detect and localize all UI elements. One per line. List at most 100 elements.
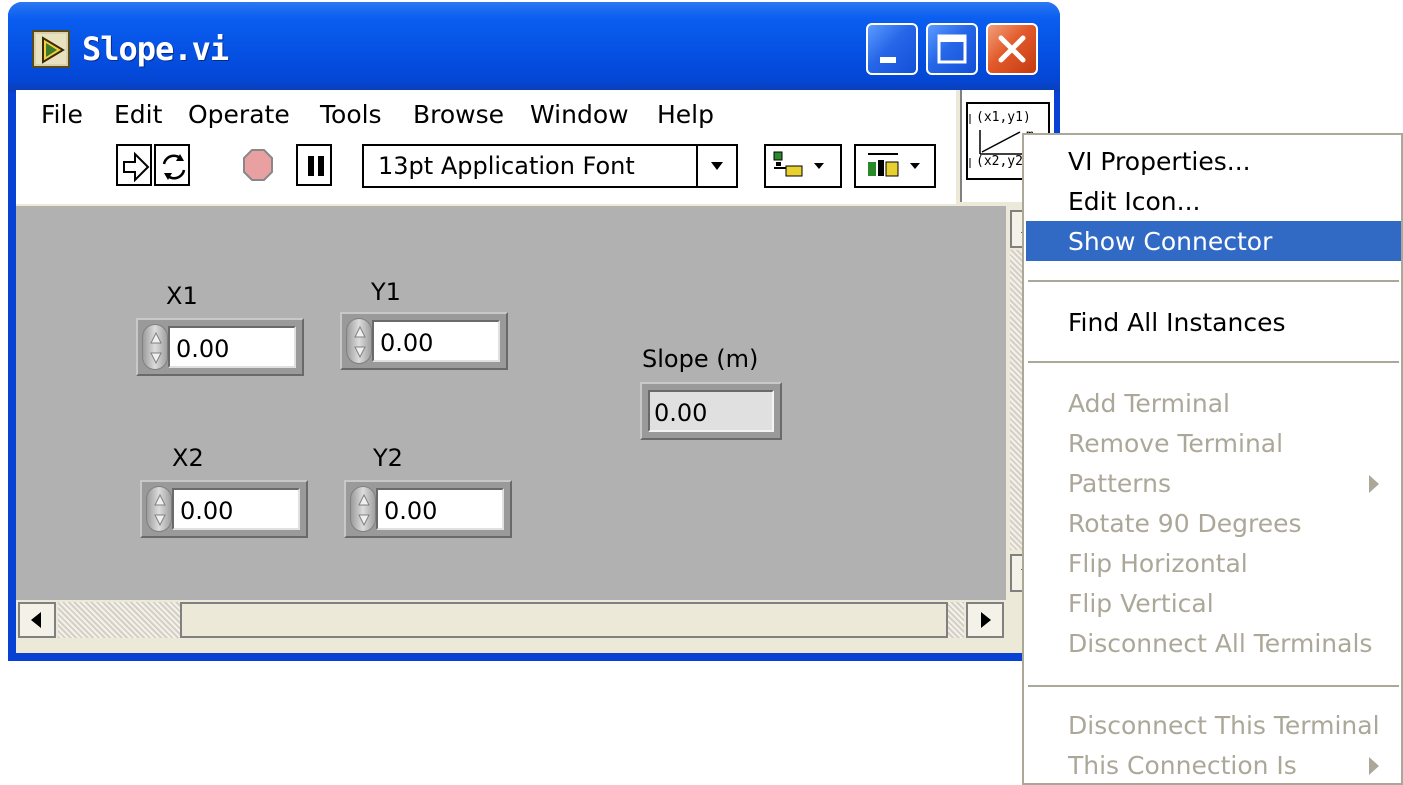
menu-item-label: Patterns	[1068, 469, 1171, 498]
distribute-objects-button[interactable]	[854, 144, 936, 188]
vi-window: Slope.vi File Edit Operate Tools Browse	[8, 2, 1060, 661]
y1-increment-decrement[interactable]	[346, 318, 372, 364]
icon-context-menu: VI Properties... Edit Icon... Show Conne…	[1022, 133, 1403, 785]
menu-file[interactable]: File	[41, 100, 83, 129]
y2-input[interactable]: 0.00	[376, 488, 504, 530]
run-continuously-button[interactable]	[154, 144, 190, 186]
menu-item-label: This Connection Is	[1068, 751, 1297, 780]
stop-icon	[243, 149, 273, 181]
maximize-button[interactable]	[926, 23, 978, 75]
menu-item-label: Disconnect This Terminal	[1068, 711, 1380, 740]
slope-label: Slope (m)	[642, 345, 759, 373]
menu-window[interactable]: Window	[530, 100, 629, 129]
run-continuously-icon	[162, 154, 186, 180]
menu-separator	[1028, 685, 1399, 687]
y1-input[interactable]: 0.00	[372, 320, 500, 362]
run-button[interactable]	[116, 144, 152, 186]
x2-value: 0.00	[180, 497, 234, 525]
menu-item-label: Flip Vertical	[1068, 589, 1214, 618]
menu-tools[interactable]: Tools	[320, 100, 382, 129]
menu-item-remove-terminal: Remove Terminal	[1026, 423, 1401, 463]
menu-item-rotate-90: Rotate 90 Degrees	[1026, 503, 1401, 543]
menu-item-add-terminal: Add Terminal	[1026, 383, 1401, 423]
horizontal-scrollbar[interactable]	[16, 600, 1052, 640]
arrow-left-icon	[31, 612, 41, 628]
menu-item-label: VI Properties...	[1068, 147, 1251, 176]
spinner-arrows-icon	[154, 493, 166, 527]
chevron-down-icon	[696, 146, 736, 186]
y1-numeric-control: 0.00	[340, 312, 508, 370]
slope-value: 0.00	[654, 399, 708, 427]
menu-browse[interactable]: Browse	[413, 100, 504, 129]
menu-help[interactable]: Help	[657, 100, 714, 129]
slope-display: 0.00	[648, 390, 774, 432]
menu-edit[interactable]: Edit	[114, 100, 162, 129]
menu-item-flip-vertical: Flip Vertical	[1026, 583, 1401, 623]
minimize-icon	[880, 57, 896, 63]
x1-increment-decrement[interactable]	[142, 324, 168, 370]
menu-item-patterns: Patterns	[1026, 463, 1401, 503]
title-bar[interactable]: Slope.vi	[8, 2, 1060, 92]
menu-item-edit-icon[interactable]: Edit Icon...	[1026, 181, 1401, 221]
menu-operate[interactable]: Operate	[188, 100, 290, 129]
window-client: File Edit Operate Tools Browse Window He…	[16, 90, 1054, 653]
y2-value: 0.00	[384, 497, 438, 525]
abort-button[interactable]	[240, 144, 276, 186]
spinner-arrows-icon	[354, 325, 366, 359]
menu-bar: File Edit Operate Tools Browse Window He…	[16, 90, 956, 140]
menu-item-label: Flip Horizontal	[1068, 549, 1248, 578]
menu-item-label: Add Terminal	[1068, 389, 1230, 418]
menu-item-label: Show Connector	[1068, 227, 1273, 256]
menu-item-label: Disconnect All Terminals	[1068, 629, 1373, 658]
submenu-arrow-icon	[1369, 757, 1379, 775]
x1-numeric-control: 0.00	[136, 318, 304, 376]
menu-item-disconnect-all-terminals: Disconnect All Terminals	[1026, 623, 1401, 663]
y2-increment-decrement[interactable]	[350, 486, 376, 532]
y1-value: 0.00	[380, 329, 434, 357]
slope-numeric-indicator: 0.00	[640, 382, 782, 440]
distribute-objects-icon	[868, 153, 920, 177]
minimize-button[interactable]	[866, 23, 918, 75]
close-icon	[998, 35, 1026, 63]
menu-separator	[1028, 361, 1399, 363]
menu-item-label: Rotate 90 Degrees	[1068, 509, 1302, 538]
align-objects-icon	[773, 151, 824, 177]
x1-label: X1	[166, 282, 198, 310]
horizontal-scroll-thumb[interactable]	[180, 602, 948, 638]
font-selector[interactable]: 13pt Application Font	[362, 144, 738, 188]
x2-increment-decrement[interactable]	[146, 486, 172, 532]
menu-item-label: Edit Icon...	[1068, 187, 1201, 216]
menu-item-vi-properties[interactable]: VI Properties...	[1026, 141, 1401, 181]
y2-label: Y2	[373, 444, 403, 472]
maximize-icon	[937, 34, 967, 64]
spinner-arrows-icon	[150, 331, 162, 365]
menu-item-find-all-instances[interactable]: Find All Instances	[1026, 302, 1401, 342]
x2-input[interactable]: 0.00	[172, 488, 300, 530]
front-panel[interactable]: X1 0.00 Y1 0.00 Slope (m) 0.00 X2 0.00 Y…	[16, 206, 1006, 600]
x2-numeric-control: 0.00	[140, 480, 308, 538]
y2-numeric-control: 0.00	[344, 480, 512, 538]
pause-icon	[308, 156, 324, 176]
align-objects-button[interactable]	[764, 144, 842, 188]
y1-label: Y1	[371, 278, 401, 306]
close-button[interactable]	[986, 23, 1038, 75]
menu-item-show-connector[interactable]: Show Connector	[1026, 221, 1401, 261]
run-arrow-icon	[123, 151, 150, 183]
menu-separator	[1028, 280, 1399, 282]
labview-vi-icon[interactable]	[32, 30, 70, 68]
toolbar: 13pt Application Font	[16, 134, 956, 204]
menu-item-disconnect-this-terminal: Disconnect This Terminal	[1026, 705, 1401, 745]
menu-item-label: Remove Terminal	[1068, 429, 1284, 458]
scroll-left-button[interactable]	[18, 602, 56, 638]
x2-label: X2	[172, 444, 204, 472]
x1-value: 0.00	[176, 335, 230, 363]
menu-item-this-connection-is: This Connection Is	[1026, 745, 1401, 785]
submenu-arrow-icon	[1369, 475, 1379, 493]
arrow-right-icon	[981, 612, 991, 628]
menu-item-label: Find All Instances	[1068, 308, 1286, 337]
window-title: Slope.vi	[82, 30, 229, 68]
scroll-right-button[interactable]	[966, 602, 1004, 638]
x1-input[interactable]: 0.00	[168, 326, 296, 368]
pause-button[interactable]	[296, 144, 332, 186]
menu-item-flip-horizontal: Flip Horizontal	[1026, 543, 1401, 583]
